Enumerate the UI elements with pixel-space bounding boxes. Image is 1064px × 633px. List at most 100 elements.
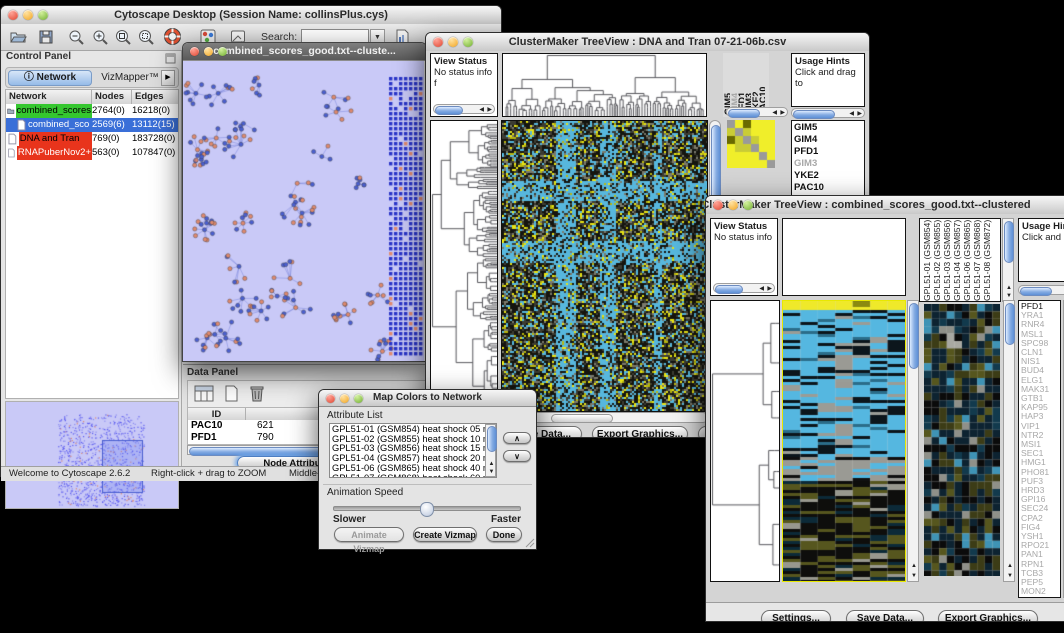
zoom-selected-icon[interactable] xyxy=(137,28,155,46)
scroll-left-icon[interactable]: ◀ xyxy=(849,111,854,117)
map-dialog-title-bar[interactable]: Map Colors to Network xyxy=(319,390,536,407)
slider-thumb[interactable] xyxy=(420,502,434,517)
tab-network[interactable]: ⓘ Network xyxy=(8,70,92,86)
window-controls[interactable] xyxy=(713,200,753,210)
zoom-window-icon[interactable] xyxy=(38,10,48,20)
tv2-zoom-vscrollbar[interactable]: ▲ ▼ xyxy=(1003,300,1015,582)
column-label[interactable]: GPL51-01 (GSM854) xyxy=(922,219,932,301)
help-lifebuoy-icon[interactable] xyxy=(163,27,182,46)
network-row-combined-scores[interactable]: combined_scores 2764(0) 16218(0) xyxy=(6,104,178,118)
scroll-thumb[interactable] xyxy=(728,109,760,118)
tv2-heat-vscrollbar[interactable]: ▲ ▼ xyxy=(907,300,919,582)
treeview2-title-bar[interactable]: ClusterMaker TreeView : combined_scores_… xyxy=(706,196,1064,215)
tv1-heatmap[interactable] xyxy=(501,120,708,412)
close-icon[interactable] xyxy=(713,200,723,210)
tv2-export-graphics-button[interactable]: Export Graphics... xyxy=(938,610,1038,621)
close-icon[interactable] xyxy=(190,47,199,56)
scroll-thumb[interactable] xyxy=(551,414,613,423)
column-label[interactable]: GPL51-04 (GSM857) xyxy=(952,219,962,301)
scroll-thumb[interactable] xyxy=(435,106,463,115)
tv2-usage-hscrollbar[interactable] xyxy=(1018,285,1064,295)
scroll-left-icon[interactable]: ◀ xyxy=(772,110,777,116)
tv1-export-graphics-button[interactable]: Export Graphics... xyxy=(592,426,688,437)
scroll-left-icon[interactable]: ◀ xyxy=(479,107,484,113)
tv2-row-dendrogram[interactable] xyxy=(710,300,780,582)
zoom-out-icon[interactable] xyxy=(67,28,85,46)
column-label[interactable]: PFD1 xyxy=(737,53,744,115)
row-label[interactable]: PAC10 xyxy=(794,182,864,194)
column-label[interactable]: GPL51-02 (GSM855) xyxy=(932,219,942,301)
move-down-button[interactable]: ∨ xyxy=(503,450,531,462)
column-label[interactable]: PAC10 xyxy=(758,53,765,115)
delete-attribute-trash-icon[interactable] xyxy=(248,384,266,403)
zoom-window-icon[interactable] xyxy=(218,47,227,56)
treeview1-title-bar[interactable]: ClusterMaker TreeView : DNA and Tran 07-… xyxy=(426,33,869,52)
scroll-thumb[interactable] xyxy=(1020,287,1052,296)
gene-label[interactable]: MON2 xyxy=(1021,587,1060,596)
column-label[interactable]: GPL51-06 (GSM865) xyxy=(962,219,972,301)
zoom-window-icon[interactable] xyxy=(354,394,363,403)
create-vizmap-button[interactable]: Create Vizmap xyxy=(413,527,477,542)
tab-vizmapper[interactable]: VizMapper™ xyxy=(96,70,164,84)
tv1-column-dendrogram[interactable] xyxy=(502,53,707,117)
column-label[interactable]: GPL51-08 (GSM872) xyxy=(982,219,992,301)
zoom-in-icon[interactable] xyxy=(91,28,109,46)
scroll-thumb[interactable] xyxy=(1005,303,1015,345)
scroll-up-icon[interactable]: ▲ xyxy=(489,461,495,467)
tv1-usage-hscrollbar[interactable]: ◀ ▶ xyxy=(791,108,865,118)
minimize-icon[interactable] xyxy=(204,47,213,56)
open-file-icon[interactable] xyxy=(9,28,27,46)
scroll-thumb[interactable] xyxy=(715,285,743,294)
network-view-canvas[interactable] xyxy=(183,61,424,361)
animation-speed-slider[interactable] xyxy=(333,506,521,511)
tab-overflow-arrow-icon[interactable]: ▶ xyxy=(161,70,175,86)
scroll-right-icon[interactable]: ▶ xyxy=(857,111,862,117)
resize-grip-icon[interactable] xyxy=(525,538,535,548)
tv2-zoomed-heatmap[interactable] xyxy=(924,304,1000,576)
tv2-save-data-button[interactable]: Save Data... xyxy=(846,610,924,621)
scroll-down-icon[interactable]: ▼ xyxy=(1007,573,1013,579)
main-title-bar[interactable]: Cytoscape Desktop (Session Name: collins… xyxy=(1,6,501,25)
float-panel-icon[interactable] xyxy=(165,53,176,64)
network-overview-canvas[interactable] xyxy=(5,401,179,509)
col-id[interactable]: ID xyxy=(188,408,246,420)
tv2-status-hscrollbar[interactable]: ◀ ▶ xyxy=(713,283,775,293)
column-label[interactable]: GIM3 xyxy=(744,53,751,115)
scroll-down-icon[interactable]: ▼ xyxy=(489,469,495,475)
attribute-list-vscrollbar[interactable]: ▲ ▼ xyxy=(485,424,496,477)
network-row-dna-tran[interactable]: DNA and Tran 07 769(0) 183728(0) xyxy=(6,132,178,146)
row-label[interactable]: YKE2 xyxy=(794,170,864,182)
move-up-button[interactable]: ∧ xyxy=(503,432,531,444)
zoom-window-icon[interactable] xyxy=(743,200,753,210)
done-button[interactable]: Done xyxy=(486,527,522,542)
tv1-status-hscrollbar[interactable]: ◀ ▶ xyxy=(433,104,495,114)
window-controls[interactable] xyxy=(433,37,473,47)
row-label[interactable]: GIM5 xyxy=(794,122,864,134)
minimize-icon[interactable] xyxy=(23,10,33,20)
col-edges[interactable]: Edges xyxy=(132,90,178,104)
column-label[interactable]: GIM5 xyxy=(723,53,730,115)
attribute-table-icon[interactable] xyxy=(193,384,215,403)
tv2-settings-button[interactable]: Settings... xyxy=(761,610,831,621)
scroll-thumb[interactable] xyxy=(1004,221,1014,263)
network-row-rnapubernov2[interactable]: RNAPuberNov2+ 563(0) 107847(0) xyxy=(6,146,178,160)
minimize-icon[interactable] xyxy=(728,200,738,210)
scroll-right-icon[interactable]: ▶ xyxy=(487,107,492,113)
zoom-fit-icon[interactable] xyxy=(114,28,132,46)
column-label[interactable]: GPL51-03 (GSM856) xyxy=(942,219,952,301)
tv1-matrix-hscrollbar[interactable]: ◀ ▶ xyxy=(726,107,788,117)
tv1-correlation-matrix[interactable] xyxy=(727,120,775,168)
new-attribute-icon[interactable] xyxy=(221,384,241,403)
scroll-down-icon[interactable]: ▼ xyxy=(1006,293,1012,299)
scroll-left-icon[interactable]: ◀ xyxy=(759,286,764,292)
row-label[interactable]: GIM3 xyxy=(794,158,864,170)
scroll-right-icon[interactable]: ▶ xyxy=(780,110,785,116)
network-row-combined-sco-selected[interactable]: combined_sco 2569(6) 13112(15) xyxy=(6,118,178,132)
animate-vizmap-button[interactable]: Animate Vizmap xyxy=(334,527,404,542)
tv1-row-dendrogram[interactable] xyxy=(430,120,498,412)
attribute-list-item[interactable]: GPL51-07 (GSM868) heat shock 60 min xyxy=(332,474,496,478)
tv2-collabel-vscrollbar[interactable]: ▲ ▼ xyxy=(1002,218,1014,302)
network-view-title-bar[interactable]: combined_scores_good.txt--cluste... xyxy=(183,43,426,61)
col-network[interactable]: Network xyxy=(6,90,92,104)
window-controls[interactable] xyxy=(8,10,48,20)
